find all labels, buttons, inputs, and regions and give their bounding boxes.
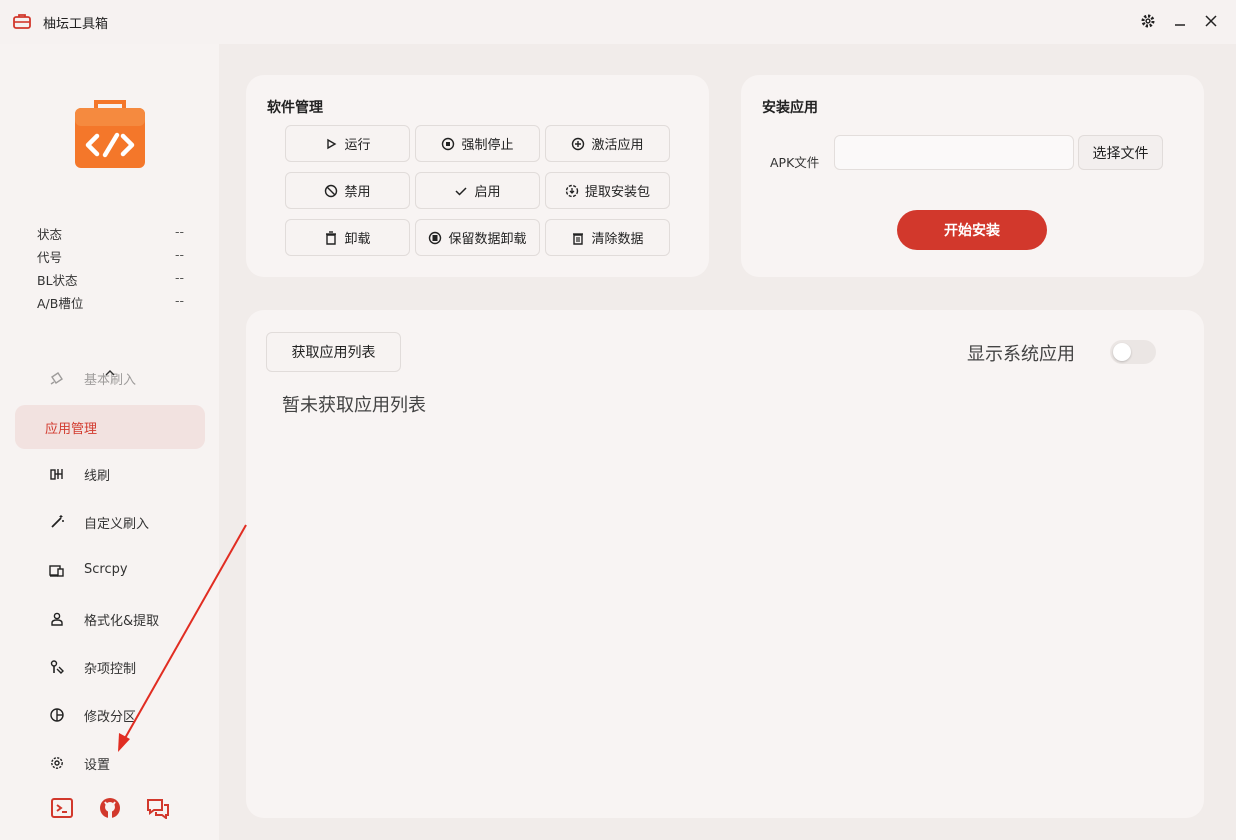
github-icon[interactable] (98, 796, 122, 820)
software-management-title: 软件管理 (267, 100, 323, 116)
activate-app-button[interactable]: 激活应用 (545, 125, 670, 162)
info-ab-slot: A/B槽位 -- (37, 293, 184, 311)
fetch-app-list-button[interactable]: 获取应用列表 (266, 332, 401, 372)
show-system-apps-toggle[interactable] (1110, 340, 1156, 364)
force-stop-button[interactable]: 强制停止 (415, 125, 540, 162)
app-list-empty-text: 暂未获取应用列表 (282, 395, 426, 416)
format-icon (49, 611, 65, 627)
sidebar-item-line-flash[interactable]: 线刷 (15, 452, 205, 496)
info-bl-status: BL状态 -- (37, 270, 184, 288)
block-icon (324, 184, 338, 198)
clear-icon (571, 231, 585, 245)
sidebar-item-app-management[interactable]: 应用管理 (15, 405, 205, 449)
stop-circle-icon (441, 137, 455, 151)
check-icon (454, 184, 468, 198)
sidebar-item-custom-flash[interactable]: 自定义刷入 (15, 500, 205, 544)
sidebar-item-settings[interactable]: 设置 (15, 741, 205, 785)
sidebar-item-scrcpy[interactable]: Scrcpy (15, 549, 205, 593)
disable-button[interactable]: 禁用 (285, 172, 410, 209)
start-install-button[interactable]: 开始安装 (897, 210, 1047, 250)
info-codename: 代号 -- (37, 247, 184, 265)
info-status: 状态 -- (37, 224, 184, 242)
sidebar-footer (50, 796, 180, 820)
title-bar: 柚坛工具箱 (0, 0, 1236, 44)
wand-icon (49, 514, 65, 530)
tools-icon (49, 659, 65, 675)
settings-icon (49, 755, 65, 771)
device-info: 状态 -- 代号 -- BL状态 -- A/B槽位 -- (37, 224, 187, 316)
wire-flash-icon (49, 466, 65, 482)
sidebar-item-basic-flash[interactable]: 基本刷入 (15, 356, 205, 400)
apk-file-label: APK文件 (770, 155, 820, 170)
run-button[interactable]: 运行 (285, 125, 410, 162)
sidebar-item-partition[interactable]: 修改分区 (15, 693, 205, 737)
keep-data-icon (428, 231, 442, 245)
extract-apk-button[interactable]: 提取安装包 (545, 172, 670, 209)
trash-icon (324, 230, 338, 245)
close-icon[interactable] (1201, 11, 1221, 31)
flash-icon (49, 370, 65, 386)
enable-button[interactable]: 启用 (415, 172, 540, 209)
minimize-icon[interactable] (1170, 11, 1190, 31)
screen-mirror-icon (49, 563, 65, 579)
toolbox-icon (12, 11, 32, 31)
keep-data-uninstall-button[interactable]: 保留数据卸载 (415, 219, 540, 256)
play-icon (324, 137, 338, 151)
terminal-icon[interactable] (50, 796, 74, 820)
gear-icon[interactable] (1138, 11, 1158, 31)
sidebar-item-format-extract[interactable]: 格式化&提取 (15, 597, 205, 641)
clear-data-button[interactable]: 清除数据 (545, 219, 670, 256)
extract-icon (565, 184, 579, 198)
app-list-card (246, 310, 1204, 818)
choose-file-button[interactable]: 选择文件 (1078, 135, 1163, 170)
chat-icon[interactable] (146, 796, 170, 820)
uninstall-button[interactable]: 卸载 (285, 219, 410, 256)
sidebar-item-misc-control[interactable]: 杂项控制 (15, 645, 205, 689)
app-logo (73, 100, 147, 170)
partition-icon (49, 707, 65, 723)
sidebar: 状态 -- 代号 -- BL状态 -- A/B槽位 -- 基本刷入 应用管理 线刷 自定… (0, 44, 219, 840)
show-system-apps-label: 显示系统应用 (967, 344, 1075, 365)
apk-file-input[interactable] (834, 135, 1074, 170)
toggle-knob (1113, 343, 1131, 361)
plus-circle-icon (571, 137, 585, 151)
app-title: 柚坛工具箱 (43, 17, 109, 32)
install-app-title: 安装应用 (762, 100, 818, 116)
